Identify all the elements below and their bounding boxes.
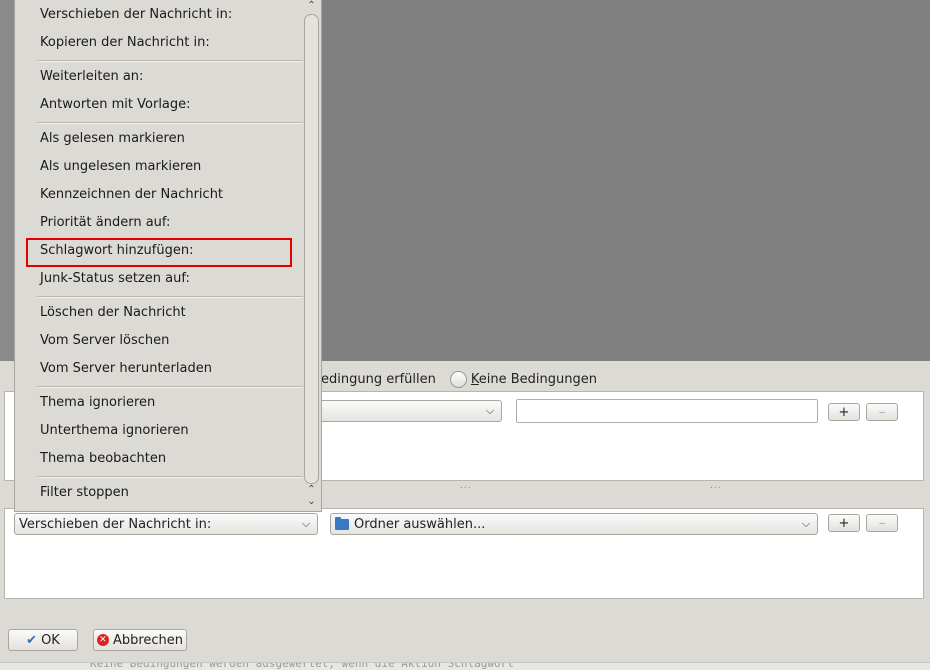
scroll-up-arrow-icon[interactable]: ⌃ [304,0,319,11]
remove-condition-button[interactable]: – [866,403,898,421]
menu-item-copy-message[interactable]: Kopieren der Nachricht in: [40,33,210,53]
checkmark-icon: ✔ [26,632,38,648]
add-condition-button[interactable]: + [828,403,860,421]
menu-item-forward-to[interactable]: Weiterleiten an: [40,67,143,87]
highlight-box [26,238,292,267]
menu-item-download-from-server[interactable]: Vom Server herunterladen [40,359,212,379]
menu-item-change-priority[interactable]: Priorität ändern auf: [40,213,170,233]
radio-button-icon[interactable] [449,370,467,388]
menu-separator [37,386,303,388]
ok-button[interactable]: ✔ OK [8,629,78,651]
menu-item-delete-from-server[interactable]: Vom Server löschen [40,331,169,351]
menu-separator [37,476,303,478]
radio-no-conditions[interactable]: Keine Bedingungen [449,370,597,388]
cancel-icon: ✕ [96,634,109,646]
action-type-select[interactable]: Verschieben der Nachricht in: ⌵ [14,513,318,535]
chevron-down-icon: ⌵ [301,517,311,530]
scroll-up-arrow-icon[interactable]: ⌃ [304,484,319,495]
folder-select[interactable]: Ordner auswählen... ⌵ [330,513,818,535]
menu-item-mark-unread[interactable]: Als ungelesen markieren [40,157,201,177]
menu-item-stop-filter[interactable]: Filter stoppen [40,483,129,503]
splitter-grip[interactable]: ... [710,481,722,491]
remove-action-button[interactable]: – [866,514,898,532]
menu-item-move-message[interactable]: Verschieben der Nachricht in: [40,5,232,25]
background-text-strip: Keine Bedingungen werden ausgewertet, we… [0,662,930,670]
menu-item-set-junk-status[interactable]: Junk-Status setzen auf: [40,269,190,289]
scrollbar-thumb[interactable] [304,14,319,484]
radio-no-conditions-label: Keine Bedingungen [470,371,597,387]
scroll-down-arrow-icon[interactable]: ⌄ [304,496,319,507]
action-type-value: Verschieben der Nachricht in: [19,516,212,532]
menu-separator [37,60,303,62]
cancel-button-label: Abbrechen [112,632,184,648]
splitter-grip[interactable]: ... [460,481,472,491]
chevron-down-icon: ⌵ [485,404,495,417]
menu-item-watch-thread[interactable]: Thema beobachten [40,449,166,469]
menu-item-ignore-subthread[interactable]: Unterthema ignorieren [40,421,189,441]
menu-item-reply-with-template[interactable]: Antworten mit Vorlage: [40,95,191,115]
ok-button-label: OK [41,632,60,648]
menu-separator [37,296,303,298]
background-window-area [322,0,930,361]
folder-icon [335,516,349,530]
condition-value-input[interactable] [516,399,818,423]
menu-item-delete-message[interactable]: Löschen der Nachricht [40,303,186,323]
menu-separator [37,122,303,124]
action-type-dropdown-menu: Verschieben der Nachricht in: Kopieren d… [14,0,322,512]
menu-item-ignore-thread[interactable]: Thema ignorieren [40,393,155,413]
menu-item-flag-message[interactable]: Kennzeichnen der Nachricht [40,185,223,205]
chevron-down-icon: ⌵ [801,517,811,530]
cancel-button[interactable]: ✕ Abbrechen [93,629,187,651]
match-mode-radio-group: e Bedingung erfüllen Keine Bedingungen [300,368,597,390]
background-text: Keine Bedingungen werden ausgewertet, we… [90,662,514,670]
add-action-button[interactable]: + [828,514,860,532]
folder-select-value: Ordner auswählen... [354,516,486,532]
menu-item-mark-read[interactable]: Als gelesen markieren [40,129,185,149]
condition-operator-select[interactable]: ⌵ [318,400,502,422]
menu-scrollbar[interactable]: ⌃ ⌃ ⌄ [304,0,319,508]
